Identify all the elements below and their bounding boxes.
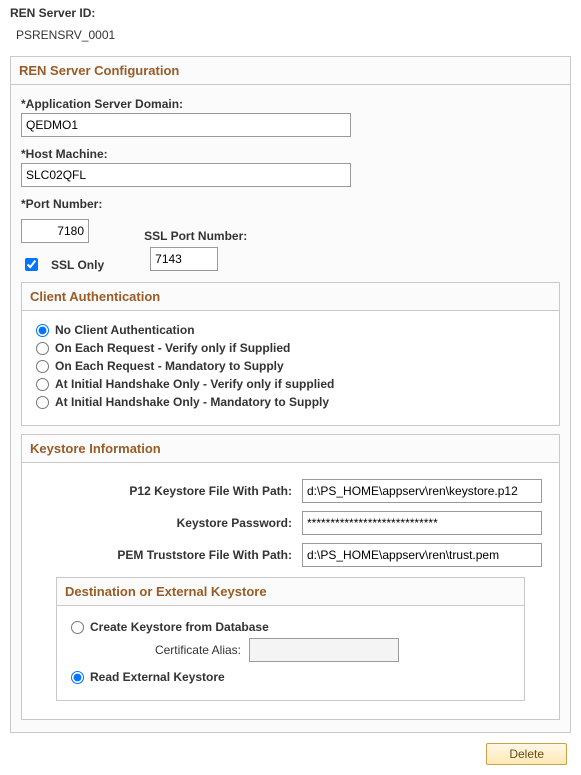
p12-keystore-input[interactable] — [302, 479, 542, 503]
client-auth-radio-none[interactable] — [36, 324, 49, 337]
ssl-only-checkbox[interactable] — [25, 258, 38, 271]
keystore-info-panel: Keystore Information P12 Keystore File W… — [21, 434, 560, 720]
client-auth-panel: Client Authentication No Client Authenti… — [21, 282, 560, 426]
client-auth-label-1: On Each Request - Verify only if Supplie… — [55, 341, 290, 355]
read-external-keystore-label: Read External Keystore — [90, 670, 225, 684]
client-auth-label-0: No Client Authentication — [55, 323, 195, 337]
read-external-keystore-radio[interactable] — [71, 671, 84, 684]
destination-keystore-panel: Destination or External Keystore Create … — [56, 577, 525, 701]
destination-keystore-title: Destination or External Keystore — [57, 578, 524, 606]
p12-keystore-label: P12 Keystore File With Path: — [36, 484, 302, 498]
create-keystore-label: Create Keystore from Database — [90, 620, 269, 634]
keystore-password-label: Keystore Password: — [36, 516, 302, 530]
client-auth-radio-handshake-mandatory[interactable] — [36, 396, 49, 409]
host-machine-input[interactable] — [21, 163, 351, 187]
pem-truststore-label: PEM Truststore File With Path: — [36, 548, 302, 562]
port-number-label: Port Number: — [21, 197, 560, 211]
certificate-alias-input[interactable] — [249, 638, 399, 662]
port-number-input[interactable] — [21, 219, 89, 243]
host-machine-label: Host Machine: — [21, 147, 560, 161]
client-auth-title: Client Authentication — [22, 283, 559, 311]
keystore-info-title: Keystore Information — [22, 435, 559, 463]
client-auth-radio-handshake-supplied[interactable] — [36, 378, 49, 391]
client-auth-options: No Client Authentication On Each Request… — [22, 311, 559, 425]
ssl-port-number-label: SSL Port Number: — [144, 229, 247, 243]
pem-truststore-input[interactable] — [302, 543, 542, 567]
client-auth-label-3: At Initial Handshake Only - Verify only … — [55, 377, 334, 391]
client-auth-label-4: At Initial Handshake Only - Mandatory to… — [55, 395, 329, 409]
ren-server-config-panel: REN Server Configuration Application Ser… — [10, 56, 571, 733]
app-server-domain-input[interactable] — [21, 113, 351, 137]
ren-server-id-value: PSRENSRV_0001 — [16, 28, 571, 42]
ren-server-id-label: REN Server ID: — [10, 6, 571, 20]
client-auth-radio-each-mandatory[interactable] — [36, 360, 49, 373]
app-server-domain-label: Application Server Domain: — [21, 97, 560, 111]
keystore-password-input[interactable] — [302, 511, 542, 535]
ssl-only-label: SSL Only — [51, 258, 104, 272]
create-keystore-radio[interactable] — [71, 621, 84, 634]
certificate-alias-label: Certificate Alias: — [111, 643, 241, 657]
client-auth-radio-each-supplied[interactable] — [36, 342, 49, 355]
client-auth-label-2: On Each Request - Mandatory to Supply — [55, 359, 284, 373]
ssl-port-number-input[interactable] — [150, 247, 218, 271]
ren-server-config-title: REN Server Configuration — [11, 57, 570, 85]
delete-button[interactable]: Delete — [486, 743, 567, 765]
